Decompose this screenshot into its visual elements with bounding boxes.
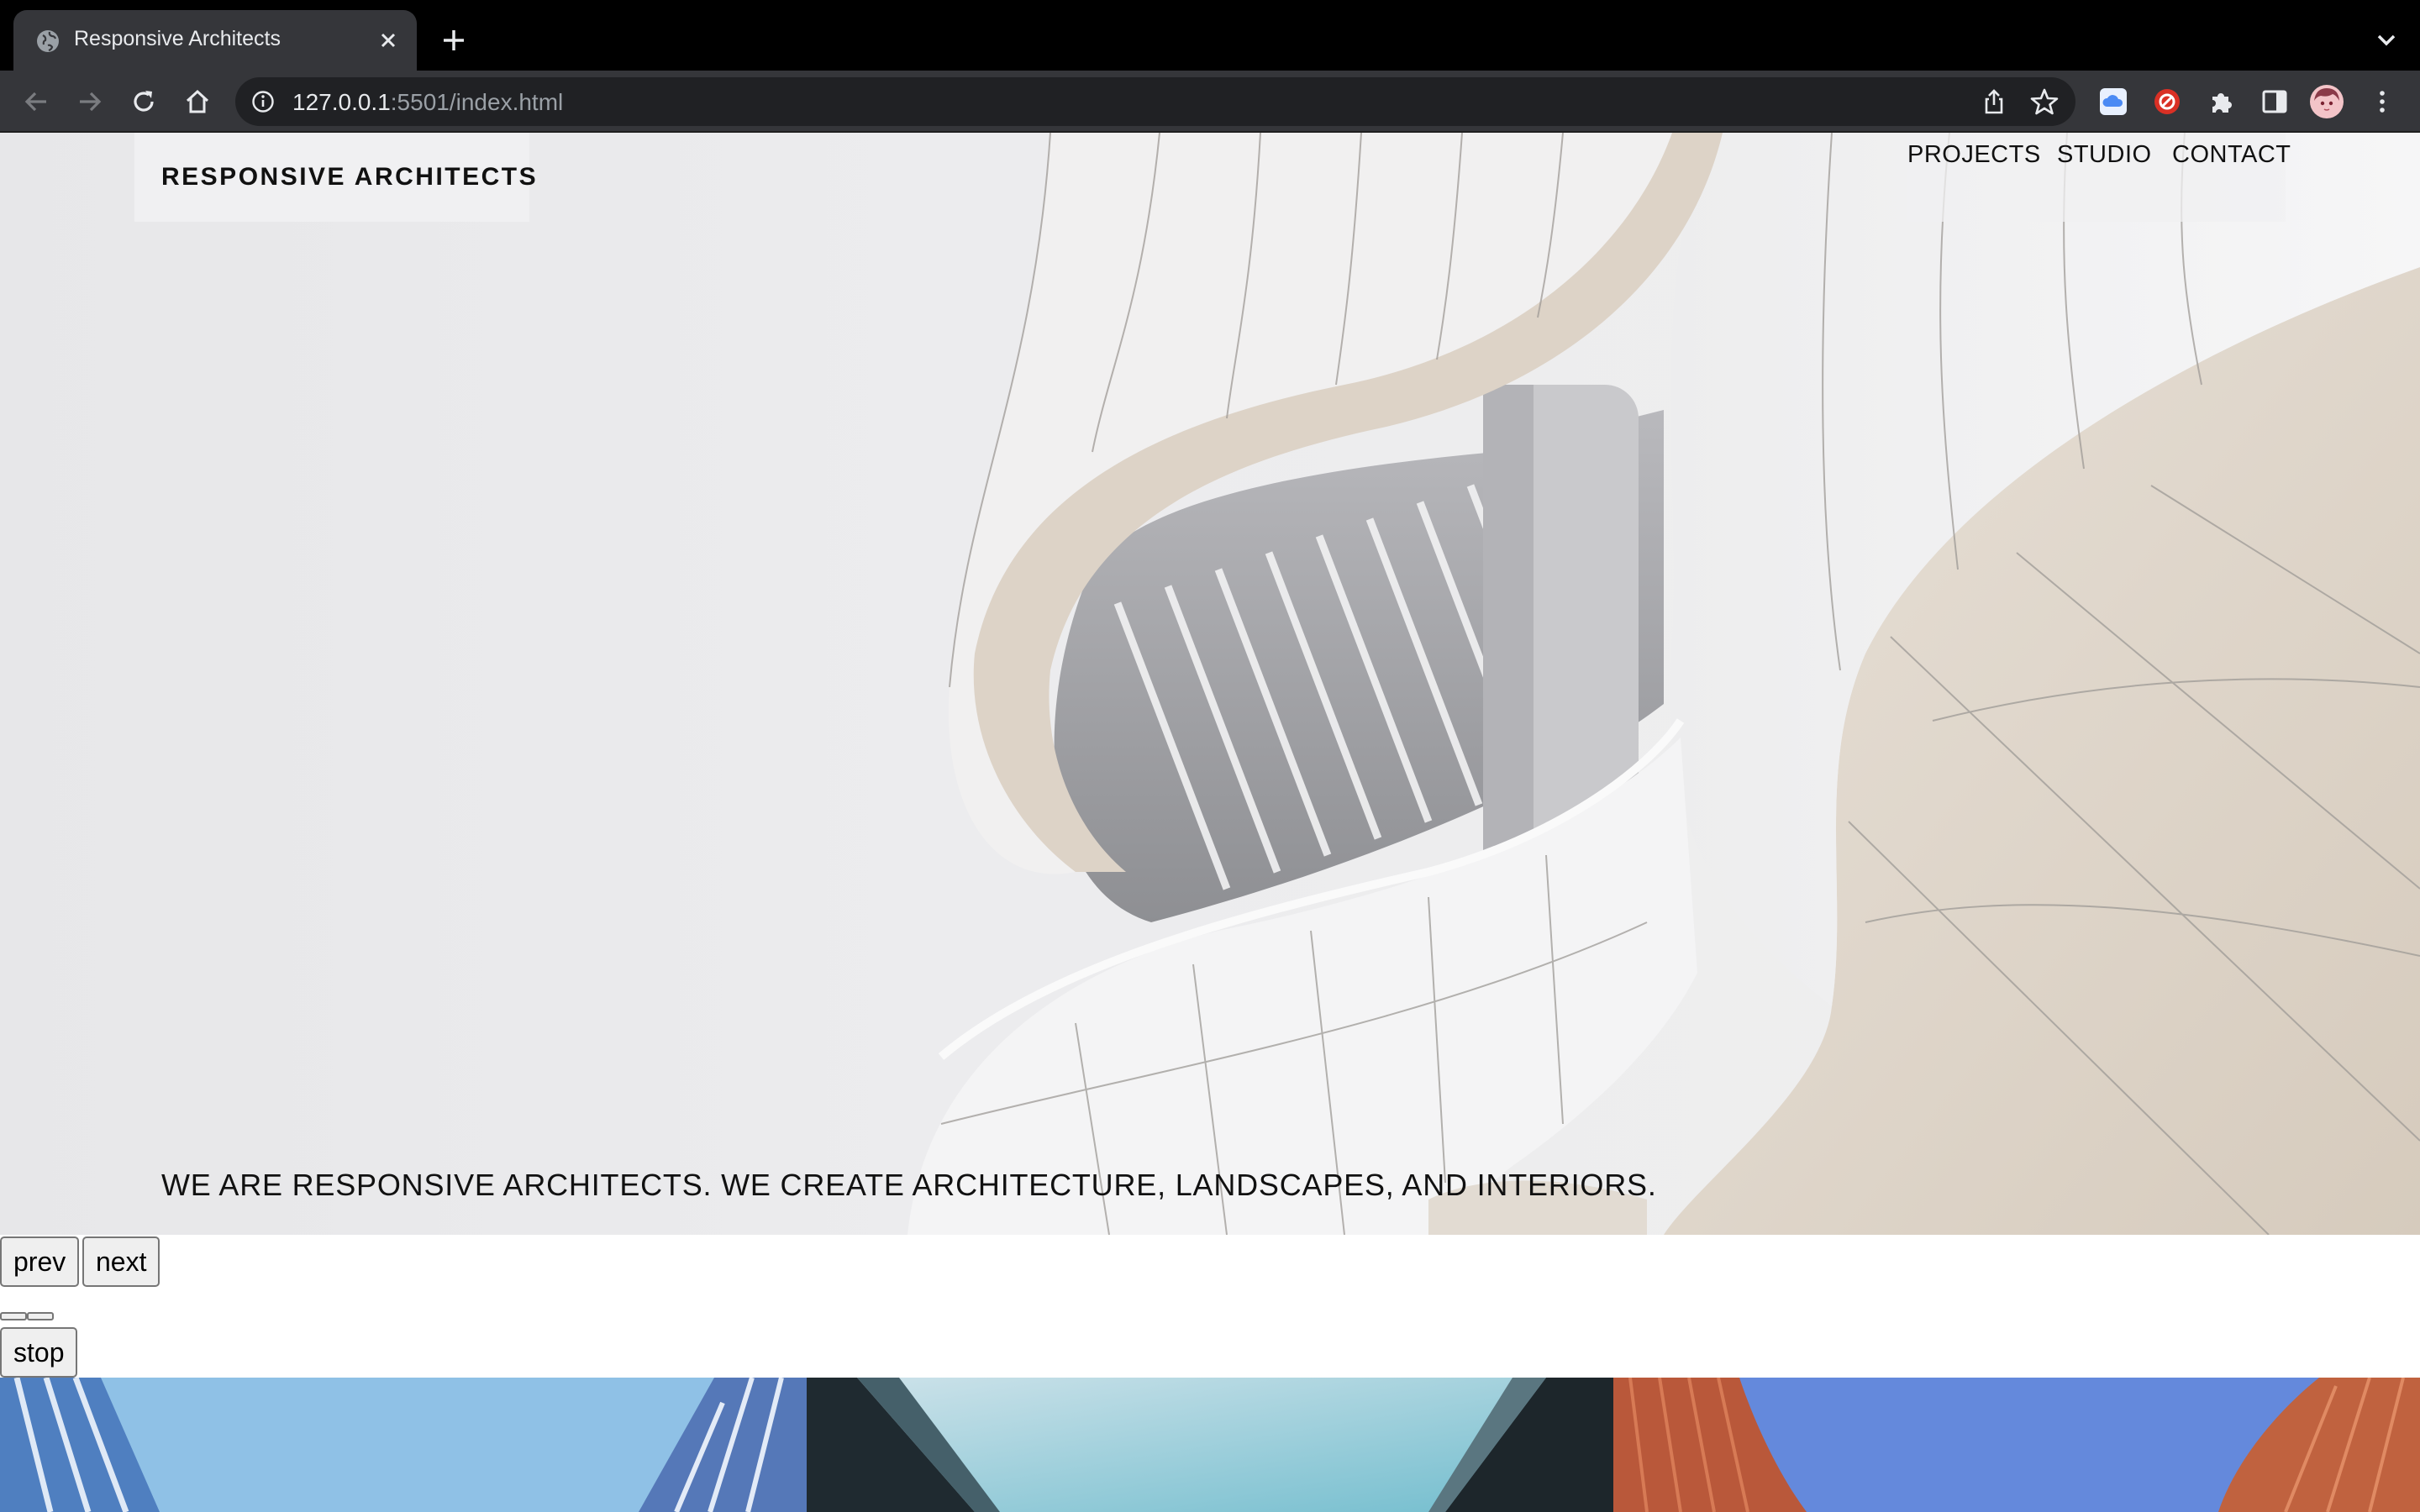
project-image-2 bbox=[807, 1378, 1613, 1512]
forward-arrow-icon bbox=[80, 92, 102, 112]
home-icon bbox=[186, 89, 209, 113]
url-text: 127.0.0.1:5501/index.html bbox=[292, 89, 564, 115]
project-image-1 bbox=[0, 1378, 807, 1512]
reload-icon bbox=[134, 91, 154, 112]
prev-button[interactable]: prev bbox=[0, 1236, 80, 1287]
nav-link-contact[interactable]: CONTACT bbox=[2172, 141, 2291, 169]
project-thumbnail-2[interactable] bbox=[807, 1378, 1613, 1512]
project-gallery bbox=[0, 1378, 2420, 1512]
address-bar[interactable]: 127.0.0.1:5501/index.html bbox=[235, 77, 2075, 126]
back-arrow-icon bbox=[24, 92, 46, 112]
stop-button[interactable]: stop bbox=[0, 1327, 78, 1378]
project-thumbnail-1[interactable] bbox=[0, 1378, 807, 1512]
project-thumbnail-3[interactable] bbox=[1613, 1378, 2420, 1512]
next-button[interactable]: next bbox=[82, 1236, 160, 1287]
nav-link-projects[interactable]: PROJECTS bbox=[1907, 141, 2041, 169]
nav-link-studio[interactable]: STUDIO bbox=[2057, 141, 2152, 169]
browser-tab[interactable]: Responsive Architects bbox=[13, 10, 417, 71]
hero-slide: RESPONSIVE ARCHITECTS PROJECTS STUDIO CO… bbox=[0, 133, 2420, 1235]
project-image-3 bbox=[1613, 1378, 2420, 1512]
avatar bbox=[2310, 85, 2344, 118]
slide-dot-2[interactable] bbox=[27, 1312, 54, 1320]
hero-building-image bbox=[908, 133, 2420, 1235]
side-panel-button[interactable] bbox=[2257, 84, 2292, 119]
red-extension-button[interactable] bbox=[2149, 84, 2185, 119]
back-button[interactable] bbox=[17, 82, 55, 121]
slide-dot-1[interactable] bbox=[0, 1312, 27, 1320]
sidebar-icon bbox=[2262, 90, 2287, 113]
browser-toolbar: 127.0.0.1:5501/index.html bbox=[0, 71, 2420, 133]
star-icon[interactable] bbox=[2028, 86, 2060, 118]
puzzle-icon bbox=[2212, 93, 2232, 113]
globe-icon bbox=[37, 30, 59, 52]
home-button[interactable] bbox=[178, 82, 217, 121]
main-nav: PROJECTS STUDIO CONTACT bbox=[1907, 133, 2291, 222]
share-icon[interactable] bbox=[1980, 87, 2008, 116]
chevron-down-icon[interactable] bbox=[2370, 24, 2403, 57]
cloud-extension-icon bbox=[2100, 88, 2127, 115]
extensions-button[interactable] bbox=[2203, 84, 2238, 119]
tab-strip: Responsive Architects bbox=[0, 0, 2420, 71]
kebab-menu-icon bbox=[2380, 91, 2385, 113]
reload-button[interactable] bbox=[124, 82, 163, 121]
close-icon[interactable] bbox=[371, 24, 405, 57]
site-logo[interactable]: RESPONSIVE ARCHITECTS bbox=[161, 163, 538, 192]
info-icon[interactable] bbox=[250, 89, 276, 114]
profile-button[interactable] bbox=[2309, 84, 2344, 119]
logo-box: RESPONSIVE ARCHITECTS bbox=[134, 133, 536, 222]
browser-menu-button[interactable] bbox=[2365, 84, 2400, 119]
forward-button[interactable] bbox=[71, 82, 109, 121]
tab-title: Responsive Architects bbox=[74, 27, 281, 50]
cloud-extension-button[interactable] bbox=[2096, 84, 2131, 119]
red-extension-icon bbox=[2154, 89, 2180, 114]
hero-tagline: WE ARE RESPONSIVE ARCHITECTS. WE CREATE … bbox=[161, 1168, 1657, 1202]
plus-icon[interactable] bbox=[435, 22, 472, 59]
